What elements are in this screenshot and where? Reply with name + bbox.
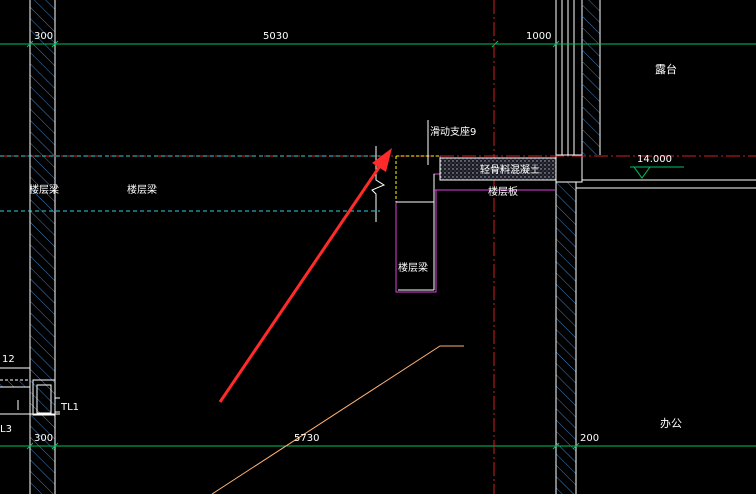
label-office: 办公	[660, 417, 682, 430]
bottom-dimension	[0, 442, 756, 450]
dim-top-right: 1000	[526, 31, 551, 42]
beam-dashed-lines	[0, 155, 380, 212]
dim-top-mid: 5030	[263, 31, 288, 42]
label-floor-beam-mid: 楼层梁	[127, 183, 157, 196]
dim-bottom-mid: 5730	[294, 433, 319, 444]
label-balcony: 露台	[655, 62, 677, 76]
dim-top-left: 300	[34, 31, 53, 42]
label-sliding-support: 滑动支座	[430, 125, 470, 138]
label-left-12: 12	[2, 354, 15, 365]
axis-lines	[0, 0, 756, 494]
label-floor-beam-left: 楼层梁	[29, 183, 59, 196]
dim-bottom-right: 200	[580, 433, 599, 444]
cad-drawing-canvas: 300 5030 1000 300 5730 200 露台 办公 滑动支座 9 …	[0, 0, 756, 494]
label-lightweight-concrete: 轻骨料混凝土	[480, 163, 540, 176]
red-arrow	[218, 148, 392, 403]
stair-line	[211, 345, 464, 494]
label-elevation: 14.000	[637, 154, 672, 165]
elevation-marker	[630, 166, 684, 179]
label-sliding-support-no: 9	[470, 127, 476, 138]
label-left-l3: L3	[0, 424, 12, 435]
top-dimension	[0, 40, 756, 48]
label-floor-beam-drop: 楼层梁	[398, 261, 428, 274]
left-wall	[29, 0, 56, 494]
dim-bottom-left: 300	[34, 433, 53, 444]
label-tl1: TL1	[60, 402, 79, 413]
label-floor-slab: 楼层板	[488, 185, 518, 198]
